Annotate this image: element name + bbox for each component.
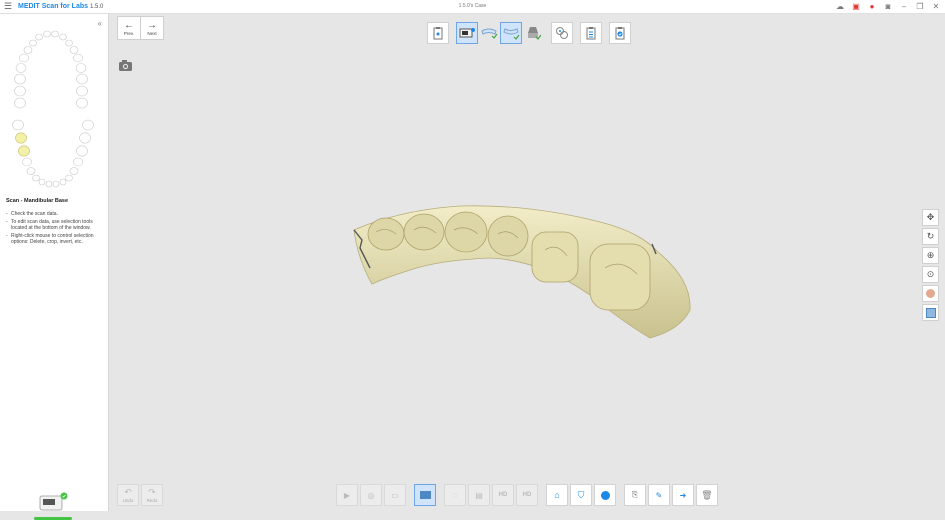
- align-icon: [556, 27, 568, 39]
- lock-area-icon[interactable]: ▤: [468, 484, 490, 506]
- data-display-icon[interactable]: [414, 484, 436, 506]
- scan-model-viewport[interactable]: [340, 180, 700, 350]
- prev-label: Prev.: [123, 30, 135, 36]
- history-toolbar: ↶ Undo ↷ Redo: [117, 484, 163, 506]
- maxilla-stage-button[interactable]: [478, 22, 500, 44]
- complete-button[interactable]: [609, 22, 631, 44]
- undo-button[interactable]: ↶ Undo: [117, 484, 139, 506]
- next-button[interactable]: → Next: [140, 16, 164, 40]
- scanner-status-icon[interactable]: [38, 492, 68, 512]
- undo-icon: ↶: [124, 486, 132, 497]
- redo-label: Redo: [146, 497, 158, 503]
- arrow-right-icon: →: [147, 19, 157, 31]
- brush-select-icon[interactable]: ▭: [384, 484, 406, 506]
- top-toolbar: [427, 22, 631, 46]
- tooth-chart[interactable]: [6, 28, 98, 193]
- die-stage-button[interactable]: [522, 22, 544, 44]
- instruction-item: Check the scan data.: [6, 211, 102, 218]
- play-icon[interactable]: ▶: [336, 484, 358, 506]
- camera-icon[interactable]: ◙: [883, 1, 893, 11]
- clipboard-icon: [433, 27, 443, 40]
- left-panel: « Scan - Mandibular Base Check the: [0, 14, 109, 520]
- rotate-icon[interactable]: ↻: [922, 228, 939, 245]
- lower-arch-icon: [503, 28, 520, 40]
- restore-icon[interactable]: ❐: [915, 1, 925, 11]
- delete-data-icon[interactable]: 🗑: [696, 484, 718, 506]
- undo-label: Undo: [122, 497, 134, 503]
- mandible-stage-button[interactable]: [500, 22, 522, 44]
- view-controls: ✥ ↻ ⊕ ⊙: [922, 209, 940, 321]
- case-name: 1.5.0's Case: [458, 3, 487, 9]
- screen-capture-icon[interactable]: ▣: [851, 1, 861, 11]
- step-title: Scan - Mandibular Base: [6, 198, 69, 204]
- margin-line-icon[interactable]: ⛉: [570, 484, 592, 506]
- scan-stage-button[interactable]: [456, 22, 478, 44]
- clipboard-settings-icon: [586, 27, 596, 40]
- cloud-icon[interactable]: ☁: [835, 1, 845, 11]
- send-data-icon[interactable]: ➜: [672, 484, 694, 506]
- prev-button[interactable]: ← Prev.: [117, 16, 141, 40]
- next-label: Next: [147, 30, 157, 36]
- app-name: Scan for Labs: [41, 3, 89, 10]
- analysis-button[interactable]: [580, 22, 602, 44]
- instruction-item: Right-click mouse to control selection o…: [6, 233, 102, 246]
- upper-arch-icon: [481, 28, 498, 39]
- camera-icon[interactable]: [118, 59, 133, 72]
- close-icon[interactable]: ✕: [931, 1, 941, 11]
- view-mode-icon[interactable]: [922, 304, 939, 321]
- hamburger-icon[interactable]: ☰: [2, 1, 14, 13]
- edit-toolbar: ▶ ◎ ▭ ◌ ▤ HD HD ⌂ ⛉ ⎘ ✎ ➜ 🗑: [336, 484, 718, 506]
- minimize-icon[interactable]: –: [899, 1, 909, 11]
- app-brand: MEDIT Scan for Labs: [18, 3, 89, 10]
- clipboard-check-icon: [615, 27, 625, 40]
- pan-icon[interactable]: ✥: [922, 209, 939, 226]
- redo-button[interactable]: ↷ Redo: [141, 484, 163, 506]
- align-button[interactable]: [551, 22, 573, 44]
- zoom-in-icon[interactable]: ⊕: [922, 247, 939, 264]
- window-controls: ☁ ▣ ● ◙ – ❐ ✕: [835, 1, 941, 11]
- instruction-list: Check the scan data. To edit scan data, …: [6, 211, 102, 247]
- scanner-icon: [459, 28, 475, 38]
- hd-edit-icon[interactable]: HD: [516, 484, 538, 506]
- texture-icon[interactable]: [922, 285, 939, 302]
- lasso-select-icon[interactable]: ◎: [360, 484, 382, 506]
- export-data-icon[interactable]: ⎘: [624, 484, 646, 506]
- smart-filter-icon[interactable]: ◌: [444, 484, 466, 506]
- title-bar: ☰ MEDIT Scan for Labs 1.5.0 1.5.0's Case…: [0, 0, 945, 14]
- tooth-die-icon: [528, 27, 541, 40]
- tooth-select-icon[interactable]: ⌂: [546, 484, 568, 506]
- app-version: 1.5.0: [90, 3, 104, 10]
- edit-data-icon[interactable]: ✎: [648, 484, 670, 506]
- redo-icon: ↷: [148, 486, 156, 497]
- scan-order-button[interactable]: [427, 22, 449, 44]
- record-icon[interactable]: ●: [867, 1, 877, 11]
- zoom-fit-icon[interactable]: ⊙: [922, 266, 939, 283]
- double-chevron-left-icon[interactable]: «: [98, 19, 102, 28]
- arrow-left-icon: ←: [124, 19, 134, 31]
- remove-icon[interactable]: [594, 484, 616, 506]
- hd-scan-icon[interactable]: HD: [492, 484, 514, 506]
- instruction-item: To edit scan data, use selection tools l…: [6, 219, 102, 232]
